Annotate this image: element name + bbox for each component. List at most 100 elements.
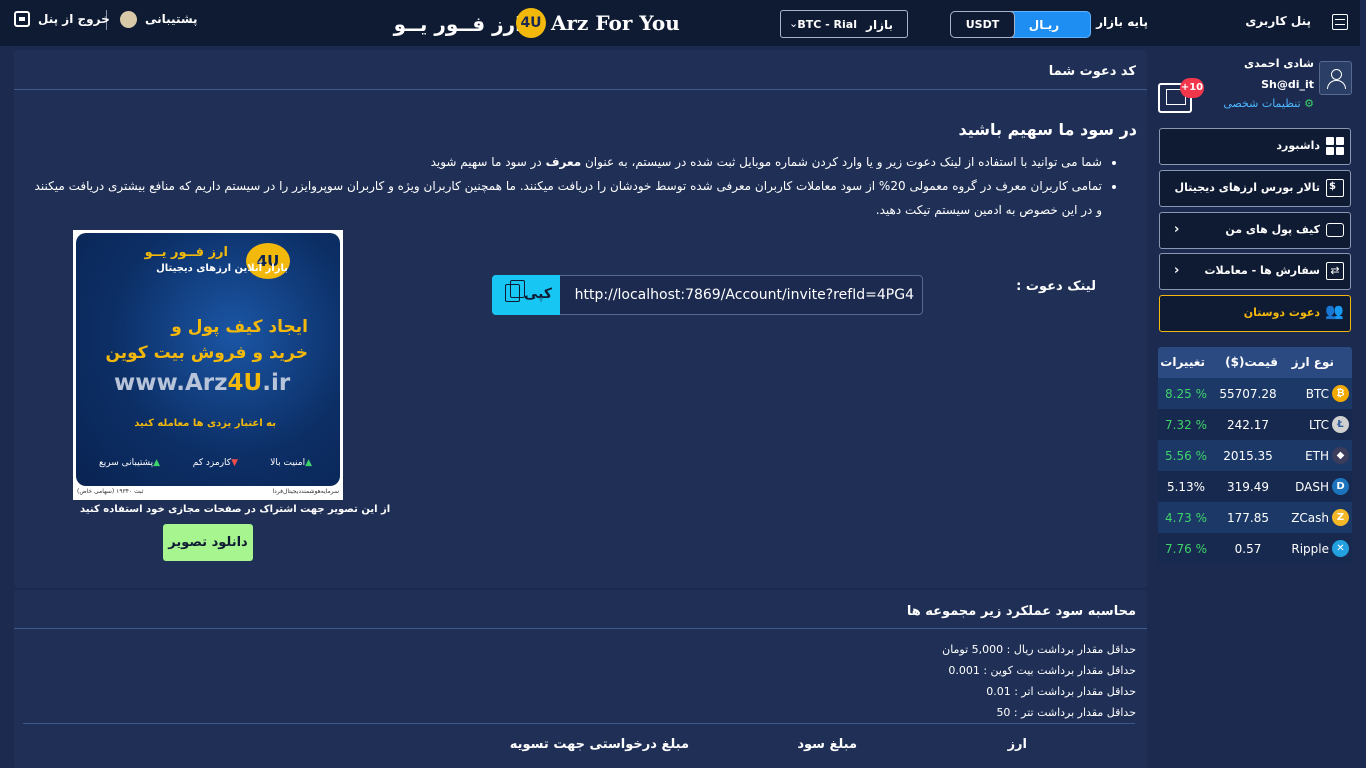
invite-link-label: لینک دعوت : bbox=[1016, 279, 1096, 294]
price-table-header-change: تغییرات bbox=[1160, 355, 1205, 369]
coin-price: 177.85 bbox=[1227, 511, 1269, 525]
price-table: نوع ارز قیمت($) تغییرات ₿ BTC 55707.28 8… bbox=[1158, 347, 1352, 564]
bullet-text: شما می توانید با استفاده از لینک دعوت زی… bbox=[581, 155, 1102, 169]
banner-website-suffix: .ir bbox=[262, 370, 291, 396]
menu-icon[interactable] bbox=[1332, 14, 1348, 30]
coin-change: 5.13% bbox=[1166, 480, 1206, 494]
profit-card: محاسبه سود عملکرد زیر مجموعه ها حداقل مق… bbox=[14, 590, 1147, 768]
share-heading: در سود ما سهیم باشید bbox=[958, 120, 1138, 139]
bourse-icon bbox=[1326, 179, 1344, 197]
base-usdt-button[interactable]: USDT bbox=[950, 11, 1015, 38]
triangle-up-icon: ▲ bbox=[153, 458, 160, 468]
avatar[interactable] bbox=[1319, 61, 1352, 95]
banner-feature-label: کارمزد کم bbox=[192, 458, 232, 468]
ethereum-icon: ◆ bbox=[1332, 447, 1349, 464]
price-table-header-price: قیمت($) bbox=[1225, 355, 1278, 369]
copy-button[interactable]: کپی bbox=[492, 275, 560, 315]
user-id: Sh@di_it bbox=[1261, 78, 1314, 91]
banner-website: www.Arz4U.ir bbox=[114, 370, 290, 396]
sidebar-item-label: داشبورد bbox=[1276, 139, 1320, 152]
personal-settings-label: تنظیمات شخصی bbox=[1223, 97, 1301, 110]
invite-link-url[interactable]: http://localhost:7869/Account/invite?ref… bbox=[575, 287, 914, 303]
invite-card: کد دعوت شما در سود ما سهیم باشید شما می … bbox=[14, 50, 1147, 588]
banner-feature-label: پشتیبانی سریع bbox=[98, 458, 154, 468]
logout-icon[interactable] bbox=[14, 11, 30, 27]
sidebar-item-label: دعوت دوستان bbox=[1243, 306, 1320, 319]
bullet-text: در سود ما سهیم شوید bbox=[430, 155, 546, 169]
banner-line-1: ایجاد کیف پول و bbox=[171, 317, 308, 337]
page-scrollbar[interactable] bbox=[1360, 0, 1366, 768]
price-row-dash[interactable]: D DASH 319.49 5.13% bbox=[1158, 471, 1352, 502]
coin-change: 5.56 % bbox=[1165, 449, 1207, 463]
coin-name: BTC bbox=[1305, 387, 1329, 401]
zcash-icon: Z bbox=[1332, 509, 1349, 526]
info-bullet-1: شما می توانید با استفاده از لینک دعوت زی… bbox=[27, 150, 1102, 174]
sidebar-item-dashboard[interactable]: داشبورد bbox=[1159, 128, 1351, 165]
market-select-label: بازار bbox=[866, 18, 893, 32]
support-agent-icon[interactable] bbox=[120, 11, 137, 28]
sidebar-item-label: کیف پول های من bbox=[1225, 223, 1320, 236]
user-profile: شادی احمدی Sh@di_it ⚙ تنظیمات شخصی +10 bbox=[1158, 50, 1352, 122]
price-row-ltc[interactable]: Ł LTC 242.17 7.32 % bbox=[1158, 409, 1352, 440]
min-withdraw-rial: حداقل مقدار برداشت ریال : 5,000 تومان bbox=[942, 643, 1136, 656]
sidebar-item-invite-friends[interactable]: 👥 دعوت دوستان bbox=[1159, 295, 1351, 332]
user-name: شادی احمدی bbox=[1243, 57, 1314, 70]
info-bullets: شما می توانید با استفاده از لینک دعوت زی… bbox=[27, 150, 1122, 222]
market-base-label: پایه بازار bbox=[1096, 15, 1148, 29]
dash-icon: D bbox=[1332, 478, 1349, 495]
litecoin-icon: Ł bbox=[1332, 416, 1349, 433]
price-row-btc[interactable]: ₿ BTC 55707.28 8.25 % bbox=[1158, 378, 1352, 409]
chevron-down-icon: ⌄ bbox=[789, 17, 799, 30]
divider bbox=[14, 89, 1147, 90]
coin-price: 242.17 bbox=[1227, 418, 1269, 432]
divider bbox=[23, 723, 1135, 724]
banner-feature-fee: ▼کارمزد کم bbox=[193, 458, 238, 468]
promo-banner-image: 4U ارز فــور یــو بازار آنلاین ارزهای دی… bbox=[73, 230, 343, 500]
min-withdraw-eth: حداقل مقدار برداشت اتر : 0.01 bbox=[986, 685, 1136, 698]
coin-name: DASH bbox=[1295, 480, 1329, 494]
coin-change: 8.25 % bbox=[1165, 387, 1207, 401]
copy-icon bbox=[505, 280, 525, 302]
logo[interactable]: ارز فــور یــو 4U Arz For You bbox=[394, 8, 685, 40]
price-row-ripple[interactable]: ✕ Ripple 0.57 7.76 % bbox=[1158, 533, 1352, 564]
coin-price: 319.49 bbox=[1227, 480, 1269, 494]
price-row-zcash[interactable]: Z ZCash 177.85 4.73 % bbox=[1158, 502, 1352, 533]
banner-website-prefix: www.Arz bbox=[114, 370, 228, 396]
bullet-bold-text: معرف bbox=[545, 155, 582, 169]
column-header-settlement: مبلغ درخواستی جهت تسویه bbox=[509, 737, 689, 752]
sidebar-item-orders[interactable]: ⇄ سفارش ها - معاملات ‹ bbox=[1159, 253, 1351, 290]
market-select[interactable]: بازار BTC - Rial ⌄ bbox=[780, 10, 908, 38]
sidebar-item-wallets[interactable]: کیف پول های من ‹ bbox=[1159, 212, 1351, 249]
copy-button-label: کپی bbox=[523, 286, 552, 302]
banner-name: ارز فــور یــو bbox=[144, 245, 228, 260]
download-image-button[interactable]: دانلود تصویر bbox=[163, 524, 253, 561]
chevron-left-icon: ‹ bbox=[1174, 263, 1180, 278]
gear-icon: ⚙ bbox=[1304, 97, 1314, 110]
banner-footer-company: سرمایه‌هوشمند‌دیجیتال‌فردا bbox=[272, 488, 339, 495]
coin-name: ZCash bbox=[1291, 511, 1329, 525]
triangle-down-icon: ▼ bbox=[231, 458, 238, 468]
sidebar-item-bourse[interactable]: تالار بورس ارزهای دیجیتال bbox=[1159, 170, 1351, 207]
divider bbox=[14, 628, 1147, 629]
support-link[interactable]: پشتیبانی bbox=[145, 12, 198, 26]
top-header: پنل کاربری پایه بازار ریـال USDT بازار B… bbox=[0, 0, 1366, 46]
column-header-profit: مبلغ سود bbox=[797, 737, 857, 752]
panel-user-link[interactable]: پنل کاربری bbox=[1245, 14, 1311, 28]
coin-price: 0.57 bbox=[1234, 542, 1262, 556]
personal-settings-link[interactable]: ⚙ تنظیمات شخصی bbox=[1223, 97, 1314, 110]
coin-name: ETH bbox=[1305, 449, 1329, 463]
price-row-eth[interactable]: ◆ ETH 2015.35 5.56 % bbox=[1158, 440, 1352, 471]
min-withdraw-usdt: حداقل مقدار برداشت تتر : 50 bbox=[996, 706, 1136, 719]
coin-change: 4.73 % bbox=[1165, 511, 1207, 525]
banner-caption: از این تصویر جهت اشتراک در صفحات مجازی خ… bbox=[80, 504, 391, 515]
column-header-currency: ارز bbox=[1007, 737, 1027, 752]
logo-text-en: Arz For You bbox=[551, 11, 680, 35]
invite-link-field[interactable]: http://localhost:7869/Account/invite?ref… bbox=[492, 275, 923, 315]
info-bullet-2: تمامی کاربران معرف در گروه معمولی 20% از… bbox=[27, 174, 1102, 222]
min-withdraw-btc: حداقل مقدار برداشت بیت کوین : 0.001 bbox=[948, 664, 1136, 677]
coin-change: 7.32 % bbox=[1165, 418, 1207, 432]
banner-feature-support: ▲پشتیبانی سریع bbox=[99, 458, 160, 468]
triangle-up-icon: ▲ bbox=[305, 458, 312, 468]
sidebar-item-label: سفارش ها - معاملات bbox=[1204, 264, 1320, 277]
logout-link[interactable]: خروج از پنل bbox=[38, 12, 110, 26]
